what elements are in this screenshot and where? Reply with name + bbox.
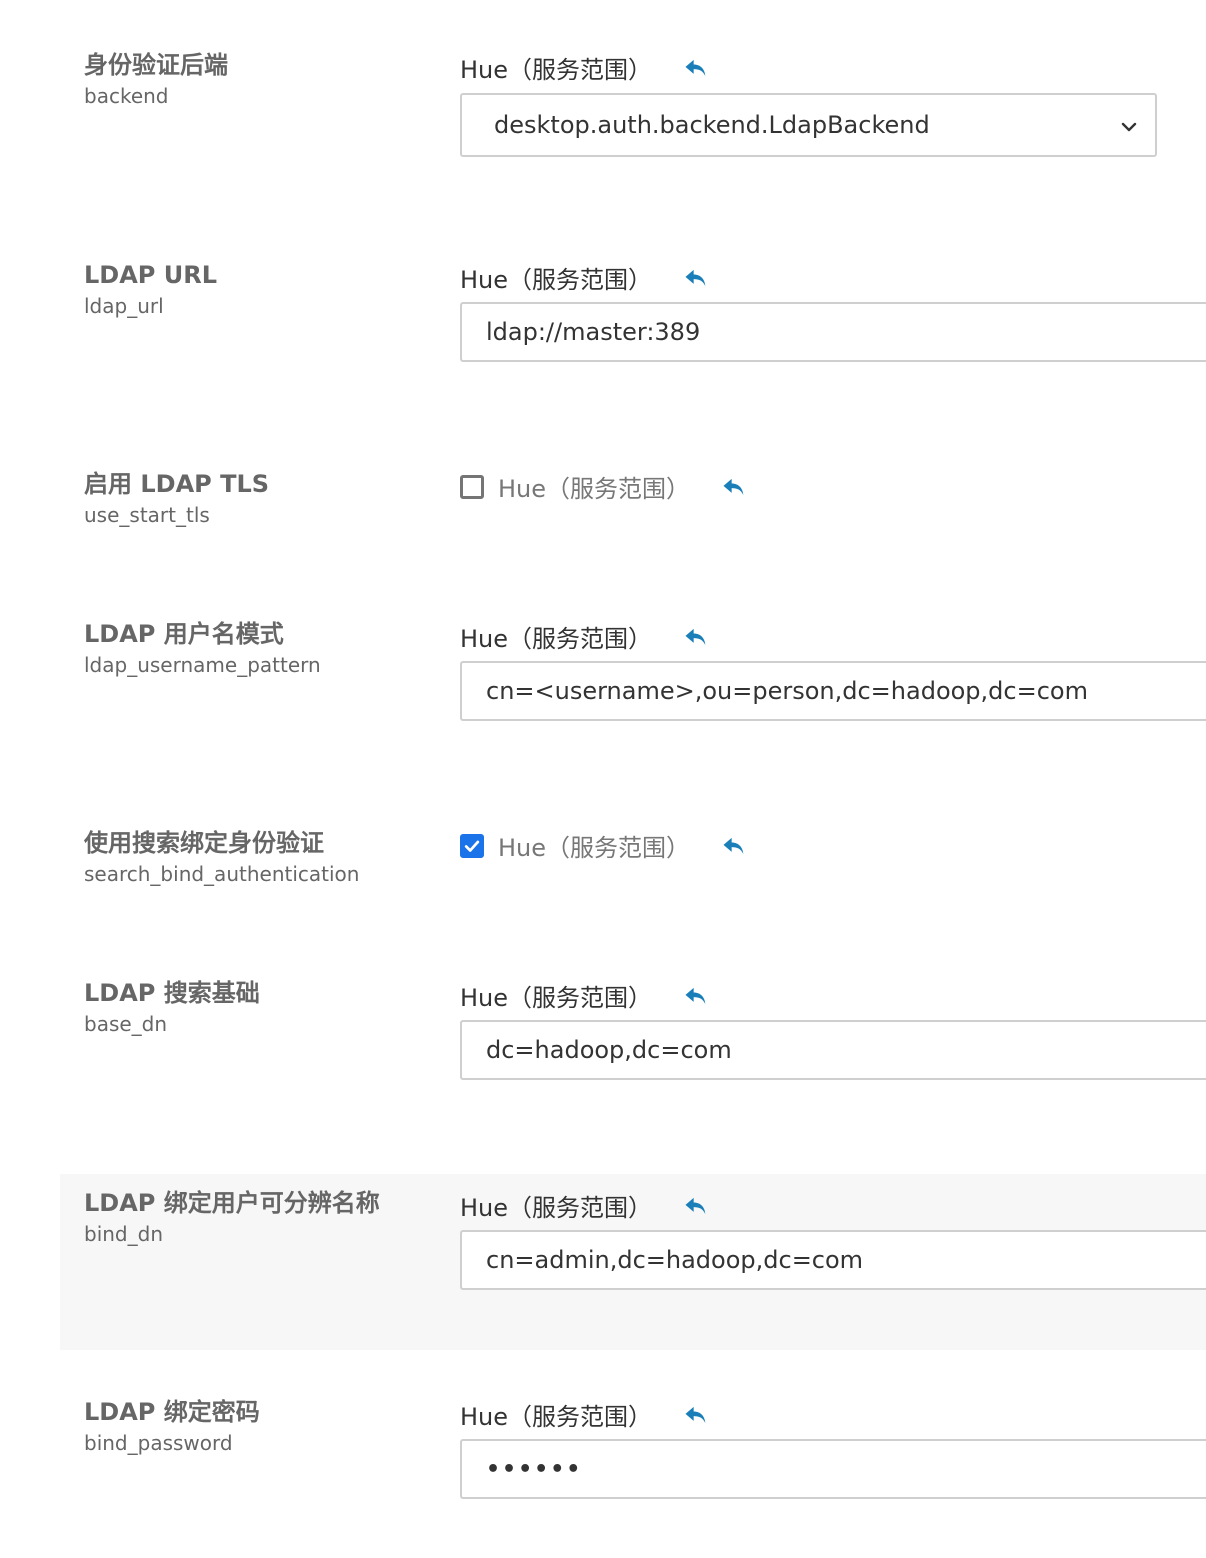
setting-row-base-dn: LDAP 搜索基础 base_dn Hue（服务范围） dc=hadoop,dc… [60, 969, 1206, 1109]
scope-line: Hue（服务范围） [460, 1188, 710, 1223]
setting-label: 启用 LDAP TLS use_start_tls [84, 469, 269, 527]
select-value: desktop.auth.backend.LdapBackend [494, 111, 930, 139]
undo-arrow-icon[interactable] [682, 623, 710, 651]
setting-row-bind-password: LDAP 绑定密码 bind_password Hue（服务范围） •••••• [60, 1388, 1206, 1528]
scope-label: Hue（服务范围） [460, 1194, 653, 1222]
backend-select[interactable]: desktop.auth.backend.LdapBackend [460, 93, 1157, 157]
setting-display-name: LDAP 用户名模式 [84, 620, 284, 648]
scope-label: Hue（服务范围） [460, 266, 653, 294]
setting-display-name: LDAP URL [84, 261, 217, 289]
scope-line: Hue（服务范围） [460, 469, 748, 504]
setting-key-name: bind_password [84, 1431, 233, 1455]
setting-display-name: LDAP 绑定用户可分辨名称 [84, 1189, 380, 1217]
scope-label: Hue（服务范围） [498, 475, 691, 503]
scope-label: Hue（服务范围） [460, 625, 653, 653]
input-value: cn=admin,dc=hadoop,dc=com [486, 1246, 864, 1274]
setting-label: LDAP 绑定用户可分辨名称 bind_dn [84, 1188, 380, 1246]
undo-arrow-icon[interactable] [720, 473, 748, 501]
scope-line: Hue（服务范围） [460, 1397, 710, 1432]
scope-label: Hue（服务范围） [460, 1403, 653, 1431]
undo-arrow-icon[interactable] [682, 1401, 710, 1429]
setting-display-name: LDAP 绑定密码 [84, 1398, 260, 1426]
ldap-url-input[interactable]: ldap://master:389 [460, 302, 1206, 362]
bind-password-input[interactable]: •••••• [460, 1439, 1206, 1499]
setting-key-name: backend [84, 84, 169, 108]
setting-key-name: base_dn [84, 1012, 168, 1036]
setting-key-name: ldap_url [84, 294, 164, 318]
use-start-tls-checkbox[interactable] [460, 474, 484, 499]
setting-label: 身份验证后端 backend [84, 50, 228, 108]
setting-row-search-bind-authentication: 使用搜索绑定身份验证 search_bind_authentication Hu… [60, 819, 1206, 929]
input-value: cn=<username>,ou=person,dc=hadoop,dc=com [486, 677, 1088, 705]
setting-key-name: bind_dn [84, 1222, 163, 1246]
setting-row-bind-dn: LDAP 绑定用户可分辨名称 bind_dn Hue（服务范围） cn=admi… [60, 1174, 1206, 1350]
setting-label: 使用搜索绑定身份验证 search_bind_authentication [84, 828, 359, 886]
setting-label: LDAP 绑定密码 bind_password [84, 1397, 260, 1455]
scope-label: Hue（服务范围） [498, 834, 691, 862]
setting-key-name: search_bind_authentication [84, 862, 360, 886]
checkmark-icon [464, 840, 480, 852]
undo-arrow-icon[interactable] [720, 832, 748, 860]
scope-label: Hue（服务范围） [460, 984, 653, 1012]
setting-row-use-start-tls: 启用 LDAP TLS use_start_tls Hue（服务范围） [60, 460, 1206, 570]
setting-row-ldap-url: LDAP URL ldap_url Hue（服务范围） ldap://maste… [60, 250, 1206, 390]
search-bind-authentication-checkbox[interactable] [460, 833, 484, 858]
bind-dn-input[interactable]: cn=admin,dc=hadoop,dc=com [460, 1230, 1206, 1290]
setting-row-backend: 身份验证后端 backend Hue（服务范围） desktop.auth.ba… [60, 40, 1206, 180]
setting-label: LDAP URL ldap_url [84, 260, 217, 318]
password-value: •••••• [486, 1456, 583, 1482]
setting-key-name: ldap_username_pattern [84, 653, 321, 677]
setting-key-name: use_start_tls [84, 503, 210, 527]
scope-line: Hue（服务范围） [460, 828, 748, 863]
setting-display-name: LDAP 搜索基础 [84, 979, 260, 1007]
scope-label: Hue（服务范围） [460, 56, 653, 84]
scope-line: Hue（服务范围） [460, 50, 710, 85]
chevron-down-icon [1119, 115, 1139, 135]
setting-display-name: 身份验证后端 [84, 51, 228, 79]
undo-arrow-icon[interactable] [682, 54, 710, 82]
setting-row-ldap-username-pattern: LDAP 用户名模式 ldap_username_pattern Hue（服务范… [60, 610, 1206, 750]
undo-arrow-icon[interactable] [682, 264, 710, 292]
ldap-username-pattern-input[interactable]: cn=<username>,ou=person,dc=hadoop,dc=com [460, 661, 1206, 721]
scope-line: Hue（服务范围） [460, 978, 710, 1013]
scope-line: Hue（服务范围） [460, 619, 710, 654]
undo-arrow-icon[interactable] [682, 1192, 710, 1220]
setting-label: LDAP 用户名模式 ldap_username_pattern [84, 619, 321, 677]
base-dn-input[interactable]: dc=hadoop,dc=com [460, 1020, 1206, 1080]
setting-display-name: 使用搜索绑定身份验证 [84, 829, 324, 857]
setting-display-name: 启用 LDAP TLS [84, 470, 270, 498]
setting-label: LDAP 搜索基础 base_dn [84, 978, 260, 1036]
input-value: dc=hadoop,dc=com [486, 1036, 732, 1064]
undo-arrow-icon[interactable] [682, 982, 710, 1010]
input-value: ldap://master:389 [486, 318, 701, 346]
scope-line: Hue（服务范围） [460, 260, 710, 295]
